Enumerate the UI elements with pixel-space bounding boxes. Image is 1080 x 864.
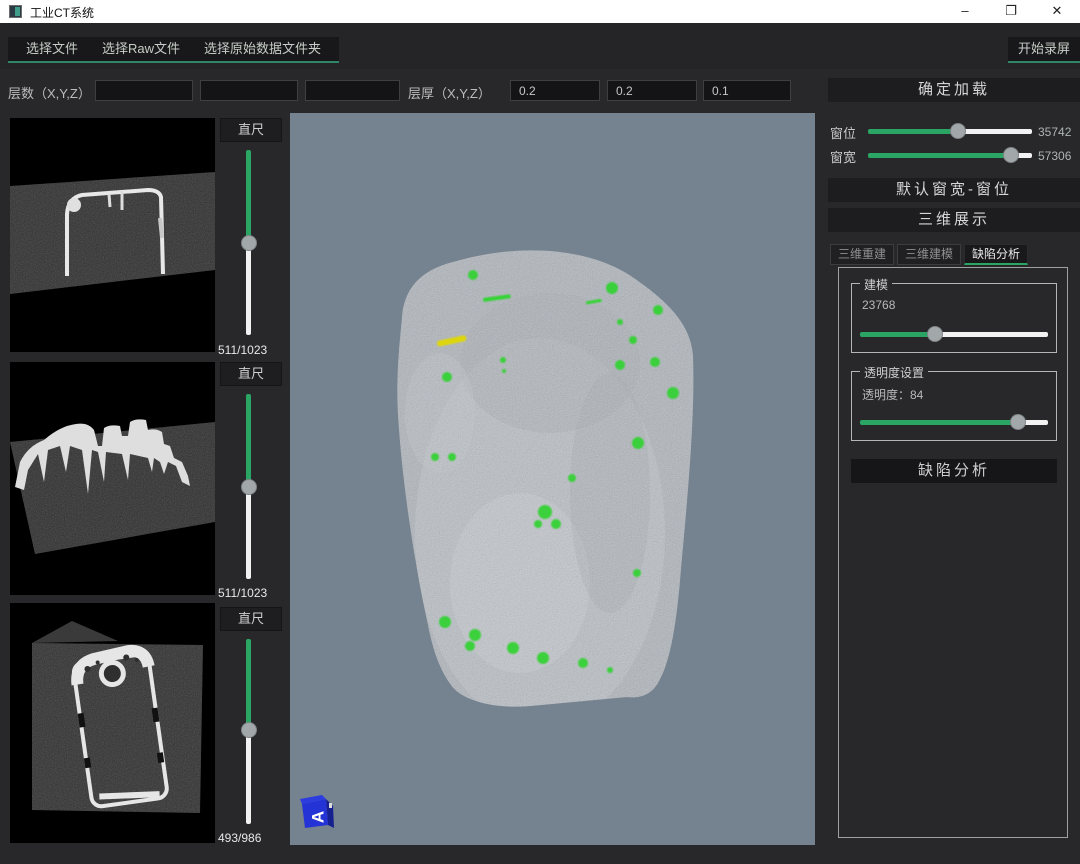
- select-raw-data-folder-button[interactable]: 选择原始数据文件夹: [192, 37, 333, 61]
- modeling-slider[interactable]: [860, 326, 1048, 342]
- select-raw-file-button[interactable]: 选择Raw文件: [90, 37, 192, 61]
- app-icon: [9, 5, 22, 18]
- slider-handle[interactable]: [950, 123, 966, 139]
- title-bar: 工业CT系统 – ❐ ✕: [0, 0, 1080, 23]
- minimize-button[interactable]: –: [942, 0, 988, 23]
- file-button-group: 选择文件 选择Raw文件 选择原始数据文件夹: [8, 37, 339, 63]
- ct-slice-view-1[interactable]: [10, 118, 215, 352]
- window-level-label: 窗位: [830, 123, 864, 142]
- defect-analysis-panel: 建模 23768 透明度设置 透明度：84 缺陷分析: [838, 267, 1068, 838]
- slice-counter-3: 493/986: [218, 831, 288, 845]
- slice-slider-3[interactable]: [240, 639, 258, 824]
- slider-handle[interactable]: [241, 479, 257, 495]
- slider-handle[interactable]: [927, 326, 943, 342]
- window-level-value: 35742: [1038, 125, 1080, 139]
- confirm-load-button[interactable]: 确定加载: [828, 78, 1080, 102]
- window-title: 工业CT系统: [30, 4, 94, 21]
- select-file-button[interactable]: 选择文件: [14, 37, 90, 61]
- scanned-object: [290, 113, 815, 845]
- window-width-value: 57306: [1038, 149, 1080, 163]
- thickness-x-input[interactable]: [510, 80, 600, 101]
- start-recording-button[interactable]: 开始录屏: [1008, 37, 1080, 63]
- slider-handle[interactable]: [1010, 414, 1026, 430]
- modeling-value: 23768: [862, 298, 895, 312]
- thickness-z-input[interactable]: [703, 80, 791, 101]
- analysis-tab-bar: 三维重建 三维建模 缺陷分析: [830, 244, 1028, 265]
- ruler-button-3[interactable]: 直尺: [220, 607, 282, 631]
- toolbar: 选择文件 选择Raw文件 选择原始数据文件夹 开始录屏: [0, 23, 1080, 69]
- slice-counter-1: 511/1023: [218, 343, 288, 357]
- layers-label: 层数（X,Y,Z）: [8, 83, 91, 102]
- window-width-label: 窗宽: [830, 147, 864, 166]
- tab-3d-modeling[interactable]: 三维建模: [897, 244, 961, 265]
- close-button[interactable]: ✕: [1034, 0, 1080, 23]
- layers-z-input[interactable]: [305, 80, 400, 101]
- slice-slider-1[interactable]: [240, 150, 258, 335]
- ct-slice-view-2[interactable]: [10, 362, 215, 595]
- maximize-button[interactable]: ❐: [988, 0, 1034, 23]
- ct-slice-view-3[interactable]: [10, 603, 215, 843]
- layers-x-input[interactable]: [95, 80, 193, 101]
- 3d-viewport[interactable]: A: [290, 113, 815, 845]
- opacity-slider[interactable]: [860, 414, 1048, 430]
- slider-handle[interactable]: [241, 235, 257, 251]
- slider-track: [860, 332, 1048, 337]
- opacity-group: 透明度设置 透明度：84: [851, 371, 1057, 441]
- tab-3d-reconstruction[interactable]: 三维重建: [830, 244, 894, 265]
- opacity-group-legend: 透明度设置: [860, 364, 928, 381]
- thickness-label: 层厚（X,Y,Z）: [408, 83, 491, 102]
- slice-counter-2: 511/1023: [218, 586, 288, 600]
- defect-analysis-button[interactable]: 缺陷分析: [851, 459, 1057, 483]
- thickness-y-input[interactable]: [607, 80, 697, 101]
- slider-handle[interactable]: [1003, 147, 1019, 163]
- opacity-value: 透明度：84: [862, 386, 923, 403]
- orientation-cube[interactable]: A: [300, 795, 334, 828]
- window-level-slider[interactable]: [868, 123, 1032, 139]
- cube-face-letter: A: [308, 811, 327, 823]
- layers-y-input[interactable]: [200, 80, 298, 101]
- ruler-button-2[interactable]: 直尺: [220, 362, 282, 386]
- 3d-display-button[interactable]: 三维展示: [828, 208, 1080, 232]
- ruler-button-1[interactable]: 直尺: [220, 118, 282, 142]
- slider-handle[interactable]: [241, 722, 257, 738]
- slice-slider-2[interactable]: [240, 394, 258, 579]
- default-window-button[interactable]: 默认窗宽-窗位: [828, 178, 1080, 202]
- modeling-group-legend: 建模: [860, 276, 892, 293]
- modeling-group: 建模 23768: [851, 283, 1057, 353]
- tab-defect-analysis[interactable]: 缺陷分析: [964, 244, 1028, 265]
- window-width-slider[interactable]: [868, 147, 1032, 163]
